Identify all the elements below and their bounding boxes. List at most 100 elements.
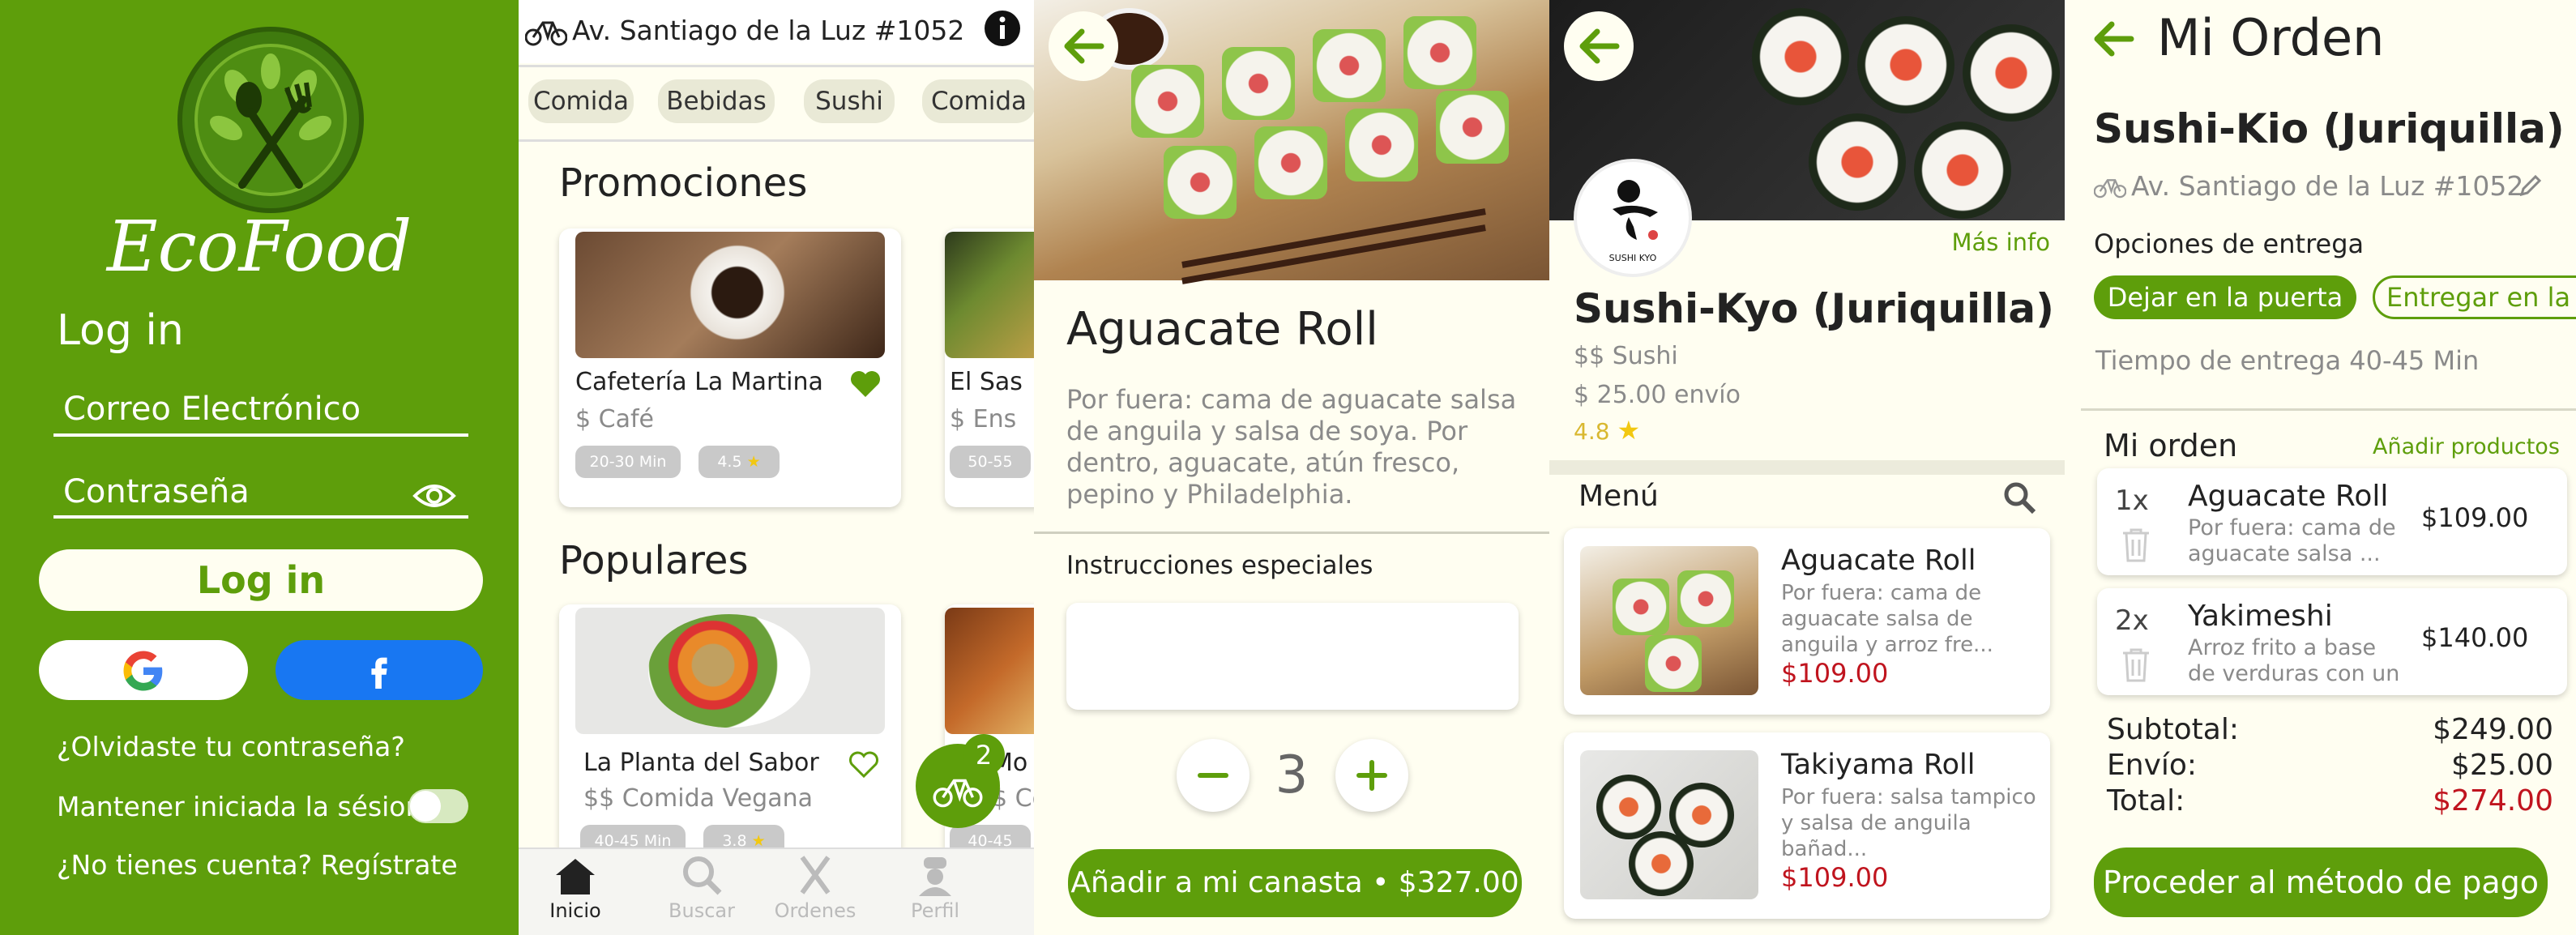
- pencil-icon[interactable]: [2518, 173, 2543, 198]
- vegan-bowl-image: [575, 608, 885, 734]
- add-products-link[interactable]: Añadir productos: [2373, 434, 2560, 459]
- forgot-password-link[interactable]: ¿Olvidaste tu contraseña?: [57, 731, 405, 762]
- menu-item-description: Por fuera: cama de aguacate salsa de ang…: [1781, 581, 1993, 657]
- instructions-label: Instrucciones especiales: [1066, 551, 1373, 580]
- sushi-kyo-logo-icon: [1613, 180, 1658, 240]
- total-value: $274.00: [2433, 784, 2553, 818]
- nav-buscar[interactable]: Buscar: [653, 854, 750, 922]
- order-item-description: Por fuera: cama de aguacate salsa ...: [2188, 515, 2396, 566]
- restaurant-name: Sushi-Kyo (Juriquilla): [1574, 285, 2054, 332]
- google-login-button[interactable]: [39, 640, 248, 700]
- bike-icon: [525, 21, 567, 46]
- restaurant-screen: SUSHI KYO Más info Sushi-Kyo (Juriquilla…: [1549, 0, 2065, 935]
- order-item-qty: 2x: [2115, 604, 2149, 637]
- delivery-time: Tiempo de entrega 40-45 Min: [2095, 345, 2480, 376]
- category-chip[interactable]: Comida: [922, 79, 1034, 123]
- email-field[interactable]: Correo Electrónico: [63, 391, 361, 428]
- order-item-description: Arroz frito a base de verduras con un ..…: [2188, 635, 2400, 695]
- order-item-name: Yakimeshi: [2188, 600, 2333, 633]
- eye-icon[interactable]: [412, 480, 457, 512]
- home-screen: Av. Santiago de la Luz #1052 Comida Bebi…: [519, 0, 1034, 935]
- login-title: Log in: [57, 306, 184, 355]
- nav-label: Inicio: [549, 899, 601, 922]
- arrow-left-icon: [1579, 28, 1620, 64]
- email-underline: [53, 433, 468, 437]
- back-button[interactable]: [1564, 11, 1634, 81]
- nav-label: Ordenes: [774, 899, 857, 922]
- mas-info-link[interactable]: Más info: [1951, 228, 2050, 256]
- restaurant-card[interactable]: La Planta del Sabor $$ Comida Vegana 40-…: [559, 604, 901, 872]
- facebook-icon: [371, 657, 387, 689]
- restaurant-name: El Sas: [950, 368, 1023, 396]
- minus-icon: [1198, 773, 1228, 778]
- keep-session-toggle[interactable]: [408, 789, 468, 823]
- menu-label: Menú: [1578, 480, 1659, 513]
- delivery-option-hand[interactable]: Entregar en la m: [2373, 275, 2576, 319]
- nav-label: Perfil: [910, 899, 960, 922]
- menu-item-card[interactable]: Aguacate Roll Por fuera: cama de aguacat…: [1564, 528, 2050, 715]
- restaurant-card[interactable]: Cafetería La Martina $ Café 20-30 Min 4.…: [559, 228, 901, 507]
- restaurant-card[interactable]: El Sas $ Ens 50-55: [945, 228, 1034, 507]
- trash-icon[interactable]: [2120, 527, 2152, 564]
- password-underline: [53, 515, 468, 519]
- order-item-price: $109.00: [2421, 502, 2529, 533]
- subtotal-value: $249.00: [2433, 713, 2553, 746]
- restaurant-rating: 4.8 ★: [1574, 415, 1640, 446]
- add-to-cart-button[interactable]: Añadir a mi canasta • $327.00: [1068, 849, 1522, 917]
- order-item-name: Aguacate Roll: [2188, 480, 2389, 513]
- aguacate-roll-image: [1580, 546, 1758, 695]
- category-chip[interactable]: Comida: [528, 79, 634, 123]
- product-description: Por fuera: cama de aguacate salsa de ang…: [1066, 384, 1517, 510]
- nav-perfil[interactable]: Perfil: [886, 854, 984, 922]
- increase-button[interactable]: [1335, 739, 1408, 812]
- nav-label: Buscar: [669, 899, 735, 922]
- envio-value: $25.00: [2451, 749, 2553, 782]
- nav-ordenes[interactable]: Ordenes: [767, 854, 864, 922]
- ecofood-logo-icon: [177, 27, 364, 213]
- menu-item-price: $109.00: [1781, 658, 1889, 689]
- google-icon: [123, 651, 163, 691]
- restaurant-name: Cafetería La Martina: [575, 368, 823, 396]
- instructions-input[interactable]: [1066, 603, 1519, 710]
- menu-item-name: Aguacate Roll: [1781, 544, 1976, 577]
- order-item-price: $140.00: [2421, 622, 2529, 653]
- facebook-login-button[interactable]: [276, 640, 483, 700]
- order-address: Av. Santiago de la Luz #1052: [2131, 170, 2524, 202]
- back-arrow-icon[interactable]: [2087, 15, 2139, 63]
- trash-icon[interactable]: [2120, 647, 2152, 684]
- time-badge: 20-30 Min: [575, 446, 681, 478]
- address-bar[interactable]: Av. Santiago de la Luz #1052: [519, 0, 1034, 63]
- star-icon: ★: [746, 453, 761, 471]
- password-field[interactable]: Contraseña: [63, 473, 250, 510]
- rating-badge: 4.5 ★: [698, 446, 780, 478]
- takiyama-roll-image: [1580, 750, 1758, 899]
- category-chip[interactable]: Bebidas: [658, 79, 775, 123]
- restaurant-category: $$ Sushi: [1574, 342, 1678, 370]
- menu-item-card[interactable]: Takiyama Roll Por fuera: salsa tampico y…: [1564, 732, 2050, 919]
- delivery-option-door[interactable]: Dejar en la puerta: [2094, 275, 2356, 319]
- promos-title: Promociones: [559, 160, 808, 206]
- subtotal-label: Subtotal:: [2107, 713, 2239, 746]
- info-icon[interactable]: [984, 10, 1021, 47]
- order-item-card[interactable]: 2x Yakimeshi Arroz frito a base de verdu…: [2097, 588, 2567, 695]
- login-button[interactable]: Log in: [39, 549, 483, 611]
- restaurant-type: $ Café: [575, 405, 654, 433]
- category-chip[interactable]: Sushi: [804, 79, 895, 123]
- rating-value: 4.5: [717, 453, 742, 471]
- proceed-payment-button[interactable]: Proceder al método de pago: [2094, 847, 2548, 917]
- quantity-value: 3: [1275, 745, 1309, 805]
- populares-title: Populares: [559, 538, 749, 583]
- order-title: Mi Orden: [2157, 8, 2385, 67]
- restaurant-type: $$ Comida Vegana: [583, 784, 814, 813]
- order-item-card[interactable]: 1x Aguacate Roll Por fuera: cama de agua…: [2097, 468, 2567, 575]
- decrease-button[interactable]: [1177, 739, 1250, 812]
- time-badge: 50-55: [950, 446, 1031, 478]
- heart-outline-icon[interactable]: [848, 750, 880, 779]
- total-label: Total:: [2107, 784, 2185, 818]
- heart-filled-icon[interactable]: [849, 369, 882, 399]
- delivery-address: Av. Santiago de la Luz #1052: [572, 15, 965, 46]
- search-icon[interactable]: [2001, 480, 2039, 517]
- back-button[interactable]: [1049, 11, 1118, 81]
- nav-inicio[interactable]: Inicio: [535, 854, 616, 922]
- register-link[interactable]: ¿No tienes cuenta? Regístrate: [57, 849, 458, 881]
